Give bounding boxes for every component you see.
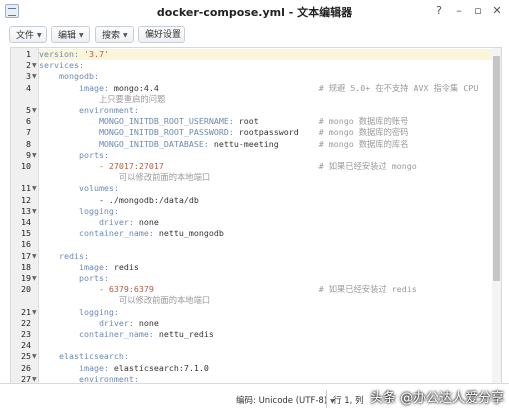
code-line: MONGO_INITDB_ROOT_USERNAME: root # mongo… <box>39 116 409 127</box>
code-line: logging: <box>39 306 119 317</box>
line-number: 10 <box>21 161 31 171</box>
line-number: 19 <box>21 273 31 283</box>
preferences-button[interactable]: 偏好设置 <box>138 26 185 43</box>
line-number: 22 <box>21 317 31 328</box>
fold-toggle-icon[interactable]: ▼ <box>32 60 38 71</box>
code-area[interactable]: version: '3.7' services: mongodb: image: … <box>39 48 492 383</box>
fold-toggle-icon[interactable]: ▼ <box>32 150 38 161</box>
code-line: container_name: nettu_mongodb <box>39 228 224 239</box>
code-line: MONGO_INITDB_ROOT_PASSWORD: rootpassword… <box>39 127 409 138</box>
line-number: 20 <box>21 284 31 295</box>
scrollbar-thumb[interactable] <box>493 56 500 281</box>
fold-toggle-icon[interactable]: ▼ <box>32 206 38 217</box>
code-line: environment: <box>39 105 139 115</box>
line-number: 27 <box>21 373 31 383</box>
fold-toggle-icon[interactable]: ▼ <box>32 374 38 383</box>
line-number: 21 <box>21 306 31 317</box>
file-menu-label: 文件 <box>16 31 35 41</box>
fold-toggle-icon[interactable]: ▼ <box>32 351 38 362</box>
fold-toggle-icon[interactable]: ▼ <box>32 183 38 194</box>
toolbar: 文件 ▼ 编辑 ▼ 搜索 ▼ 偏好设置 <box>0 22 509 47</box>
line-number: 6 <box>26 116 31 127</box>
code-line: - ./mongodb:/data/db <box>39 194 199 205</box>
code-line: image: mongo:4.4 # 规避 5.0+ 在不支持 AVX 指令集 … <box>39 82 479 93</box>
fold-toggle-icon[interactable]: ▼ <box>32 273 38 284</box>
code-line: 可以修改前面的本地端口 <box>39 172 211 183</box>
line-number: 7 <box>26 127 31 138</box>
code-line: version: '3.7' <box>39 49 492 60</box>
edit-menu-button[interactable]: 编辑 ▼ <box>51 26 90 43</box>
line-number: 5 <box>26 105 31 115</box>
maximize-icon[interactable]: ▫ <box>471 4 485 18</box>
line-number-gutter: 1 2 ▼ 3 ▼ 4 5 ▼ 6 7 8 9 ▼ 10 11 ▼ 12 13 ▼ 14 15 16 17 ▼ 18 19 ▼ 20 2… <box>11 48 39 383</box>
vertical-scrollbar[interactable] <box>492 48 501 383</box>
line-number: 12 <box>21 194 31 205</box>
code-line: logging: <box>39 205 119 216</box>
fold-toggle-icon[interactable]: ▼ <box>32 71 38 82</box>
encoding-label: 编码: Unicode (UTF-8) <box>236 396 328 406</box>
line-number: 9 <box>26 149 31 160</box>
chevron-down-icon: ▼ <box>79 32 84 39</box>
code-line: environment: <box>39 373 139 383</box>
edit-menu-label: 编辑 <box>58 31 77 41</box>
search-menu-button[interactable]: 搜索 ▼ <box>95 26 134 43</box>
code-line: - 6379:6379 # 如果已经安装过 redis <box>39 284 417 295</box>
help-icon[interactable]: ? <box>432 4 446 18</box>
chevron-down-icon: ▼ <box>123 32 128 39</box>
code-line: 上只要重启的问题 <box>39 93 166 104</box>
code-line: image: redis <box>39 261 139 272</box>
minimize-icon[interactable]: – <box>452 4 466 18</box>
code-line: container_name: nettu_redis <box>39 329 214 339</box>
line-number: 16 <box>21 239 31 250</box>
line-number: 14 <box>21 217 31 227</box>
status-divider <box>326 390 327 408</box>
line-number: 23 <box>21 329 31 339</box>
code-line: MONGO_INITDB_DATABASE: nettu-meeting # m… <box>39 138 409 149</box>
code-editor[interactable]: 1 2 ▼ 3 ▼ 4 5 ▼ 6 7 8 9 ▼ 10 11 ▼ 12 13 ▼ 14 15 16 17 ▼ 18 19 ▼ 20 2… <box>10 47 502 383</box>
code-line: mongodb: <box>39 71 99 82</box>
search-menu-label: 搜索 <box>102 31 121 41</box>
code-line: driver: none <box>39 217 159 227</box>
line-number: 1 <box>26 49 31 59</box>
chevron-down-icon: ▼ <box>37 32 42 39</box>
line-number: 17 <box>21 250 31 261</box>
line-number: 25 <box>21 351 31 362</box>
encoding-selector[interactable]: 编码: Unicode (UTF-8) ▼ <box>236 394 335 406</box>
line-number: 24 <box>21 340 31 351</box>
line-number: 2 <box>26 60 31 71</box>
code-line: 可以修改前面的本地端口 <box>39 295 211 306</box>
code-line: ports: <box>39 149 109 160</box>
fold-toggle-icon[interactable]: ▼ <box>32 251 38 262</box>
title-bar: docker-compose.yml - 文本编辑器 ? – ▫ ✕ <box>0 0 509 23</box>
code-line: services: <box>39 60 84 71</box>
line-number: 3 <box>26 71 31 82</box>
cursor-position: 行 1, 列 <box>333 396 364 406</box>
line-number: 4 <box>26 82 31 93</box>
text-editor-window: docker-compose.yml - 文本编辑器 ? – ▫ ✕ 文件 ▼ 编… <box>0 0 509 415</box>
preferences-label: 偏好设置 <box>145 30 182 40</box>
code-line: - 27017:27017 # 如果已经安装过 mongo <box>39 161 417 171</box>
watermark: 头条 @办公达人爱分享 <box>370 391 505 406</box>
code-line: redis: <box>39 250 89 261</box>
code-line: volumes: <box>39 183 119 194</box>
code-line: ports: <box>39 273 109 283</box>
line-number: 11 <box>21 183 31 194</box>
file-menu-button[interactable]: 文件 ▼ <box>9 26 47 43</box>
line-number: 13 <box>21 205 31 216</box>
fold-toggle-icon[interactable]: ▼ <box>32 105 38 116</box>
line-number: 26 <box>21 362 31 373</box>
line-number: 8 <box>26 138 31 149</box>
close-icon[interactable]: ✕ <box>490 4 504 18</box>
code-line: elasticsearch: <box>39 351 129 362</box>
fold-toggle-icon[interactable]: ▼ <box>32 307 38 318</box>
code-line: driver: none <box>39 317 159 328</box>
code-line: image: elasticsearch:7.1.0 <box>39 362 209 373</box>
line-number: 18 <box>21 261 31 272</box>
line-number: 15 <box>21 228 31 239</box>
